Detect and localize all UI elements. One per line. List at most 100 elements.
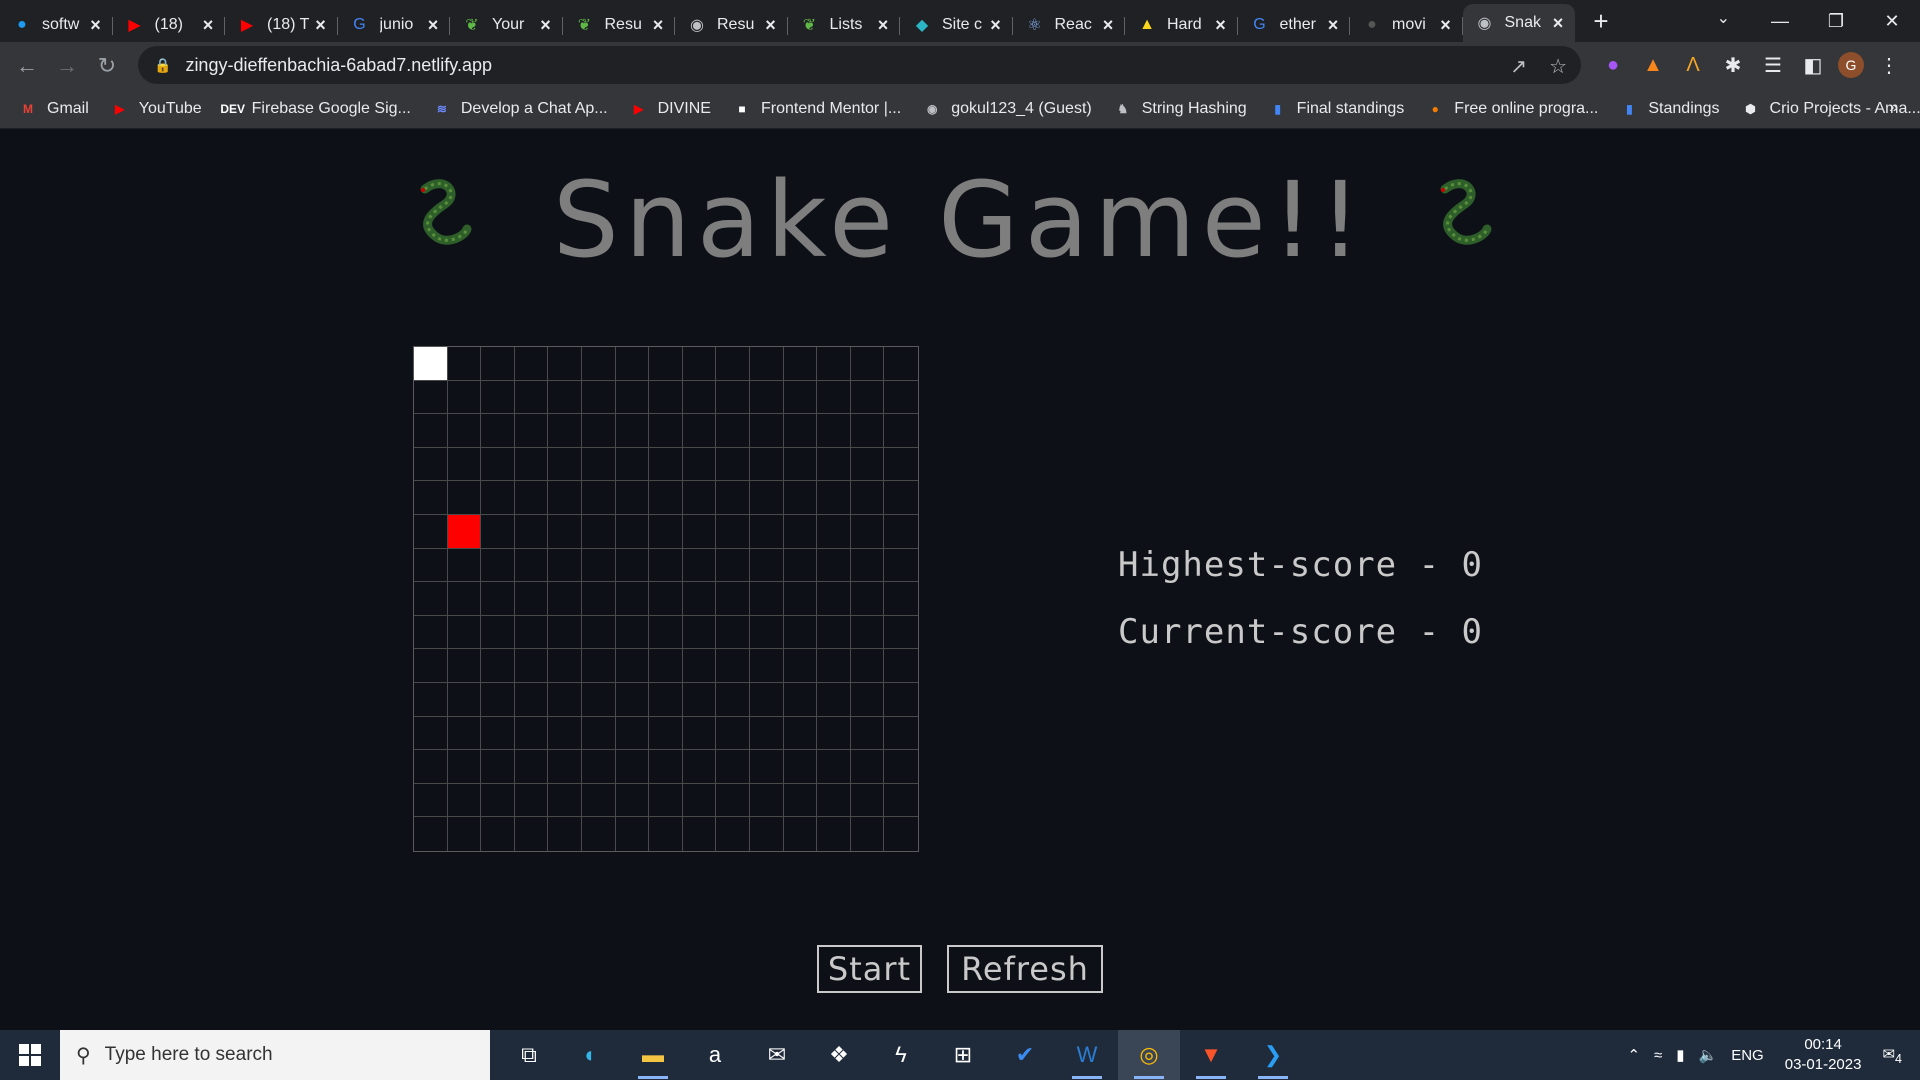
reload-icon[interactable]: ↻ (87, 46, 127, 86)
bookmark-item[interactable]: ♞ String Hashing (1113, 100, 1246, 118)
bolt-icon[interactable]: ϟ (870, 1030, 932, 1080)
address-bar[interactable]: 🔒 zingy-dieffenbachia-6abad7.netlify.app… (138, 46, 1581, 84)
grid-cell (649, 481, 683, 515)
forward-icon[interactable]: → (47, 46, 87, 86)
grid-cell (448, 817, 482, 851)
tab-2[interactable]: ▶ (18) T × (225, 8, 338, 42)
word-icon[interactable]: W (1056, 1030, 1118, 1080)
lock-icon[interactable]: 🔒 (154, 57, 171, 74)
alpha-icon[interactable]: Λ (1678, 50, 1708, 80)
tab-7[interactable]: ❦ Lists × (788, 8, 901, 42)
tab-close-icon[interactable]: × (1212, 15, 1230, 36)
dropbox-icon[interactable]: ❖ (808, 1030, 870, 1080)
grid-cell (749, 414, 784, 448)
notification-icon[interactable]: ✉4 (1882, 1045, 1902, 1066)
grid-cell (817, 414, 851, 448)
clock[interactable]: 00:14 03-01-2023 (1785, 1035, 1862, 1075)
messenger-icon[interactable]: ● (1598, 50, 1628, 80)
tab-close-icon[interactable]: × (987, 15, 1005, 36)
tab-close-icon[interactable]: × (1099, 15, 1117, 36)
grid-cell (548, 481, 582, 515)
tab-close-icon[interactable]: × (649, 15, 667, 36)
tab-close-icon[interactable]: × (874, 15, 892, 36)
metamask-icon[interactable]: ▲ (1638, 50, 1668, 80)
globe-icon: ◉ (926, 101, 938, 116)
tab-13[interactable]: ◉ Snak × (1462, 4, 1575, 42)
tab-8[interactable]: ◆ Site c × (900, 8, 1013, 42)
todo-icon[interactable]: ✔ (994, 1030, 1056, 1080)
bookmark-item[interactable]: ▮ Final standings (1268, 99, 1405, 118)
tab-5[interactable]: ❦ Resu × (563, 8, 676, 42)
tab-0[interactable]: ● softw × (0, 8, 113, 42)
close-icon[interactable]: ✕ (1864, 0, 1920, 42)
start-button[interactable]: Start (817, 945, 922, 993)
tab-4[interactable]: ❦ Your × (450, 8, 563, 42)
bookmark-item[interactable]: DEV Firebase Google Sig... (220, 100, 411, 118)
extensions-icon[interactable]: ✱ (1718, 50, 1748, 80)
tab-close-icon[interactable]: × (87, 15, 105, 36)
google-icon: G (1253, 16, 1266, 33)
volume-icon[interactable]: 🔈 (1699, 1046, 1718, 1064)
tab-search-icon[interactable]: ⌄ (1717, 8, 1730, 28)
brave-icon[interactable]: ▼ (1180, 1030, 1242, 1080)
tab-close-icon[interactable]: × (762, 15, 780, 36)
chrome-icon[interactable]: ◎ (1118, 1030, 1180, 1080)
tab-3[interactable]: Gjunio × (338, 8, 451, 42)
grid-cell (716, 347, 750, 381)
tab-close-icon[interactable]: × (1437, 15, 1455, 36)
back-icon[interactable]: ← (7, 46, 47, 86)
refresh-button[interactable]: Refresh (947, 945, 1103, 993)
new-tab-button[interactable]: + (1581, 4, 1621, 38)
tab-close-icon[interactable]: × (199, 15, 217, 36)
edge-icon[interactable]: ◐ (560, 1030, 622, 1080)
grid-cell (884, 717, 918, 751)
wifi-icon[interactable]: ≈ (1654, 1047, 1662, 1064)
grid-cell (447, 447, 482, 482)
tab-title: Reac (1054, 16, 1092, 33)
tab-close-icon[interactable]: × (1324, 15, 1342, 36)
tab-1[interactable]: ▶ (18) × (113, 8, 226, 42)
tab-9[interactable]: ⚛ Reac × (1013, 8, 1126, 42)
tab-close-icon[interactable]: × (1549, 13, 1567, 34)
grid-cell (850, 347, 885, 381)
restore-icon[interactable]: ❐ (1808, 0, 1864, 42)
bookmark-item[interactable]: ● Free online progra... (1425, 100, 1599, 118)
vscode-icon[interactable]: ❯ (1242, 1030, 1304, 1080)
bookmark-star-icon[interactable]: ☆ (1549, 54, 1567, 79)
tab-close-icon[interactable]: × (424, 15, 442, 36)
battery-icon[interactable]: ▮ (1676, 1046, 1684, 1064)
bookmark-item[interactable]: ▮ Standings (1619, 100, 1719, 118)
side-panel-icon[interactable]: ◧ (1798, 50, 1828, 80)
file-explorer-icon[interactable]: ▬ (622, 1030, 684, 1080)
mail-icon[interactable]: ✉ (746, 1030, 808, 1080)
task-view-icon[interactable]: ⧉ (498, 1030, 560, 1080)
bookmark-label: Final standings (1296, 99, 1405, 117)
store-icon[interactable]: ⊞ (932, 1030, 994, 1080)
game-board[interactable] (413, 346, 919, 852)
windows-start-icon[interactable] (0, 1030, 60, 1080)
amazon-icon[interactable]: a (684, 1030, 746, 1080)
taskbar-apps: ⧉ ◐ ▬ a ✉ ❖ ϟ ⊞ ✔ W ◎ ▼ ❯ (498, 1030, 1304, 1080)
tab-11[interactable]: Gether × (1238, 8, 1351, 42)
tab-close-icon[interactable]: × (537, 15, 555, 36)
avatar[interactable]: G (1838, 52, 1864, 78)
bookmark-item[interactable]: M Gmail (18, 100, 89, 118)
chevron-up-icon[interactable]: ⌃ (1627, 1046, 1640, 1064)
bookmark-item[interactable]: ≋ Develop a Chat Ap... (432, 100, 608, 118)
tab-12[interactable]: ● movi × (1350, 8, 1463, 42)
bookmark-item[interactable]: ■ Frontend Mentor |... (732, 100, 901, 118)
media-icon[interactable]: ☰ (1758, 50, 1788, 80)
bookmarks-more-icon[interactable]: » (1889, 99, 1898, 117)
taskbar-search[interactable]: ⚲ Type here to search (60, 1030, 490, 1080)
minimize-icon[interactable]: — (1752, 0, 1808, 42)
share-icon[interactable]: ↗ (1510, 54, 1527, 79)
grid-cell (749, 548, 784, 583)
bookmark-item[interactable]: ▶ DIVINE (629, 100, 711, 118)
bookmark-item[interactable]: ▶ YouTube (110, 100, 202, 118)
tab-10[interactable]: ▲ Hard × (1125, 8, 1238, 42)
menu-icon[interactable]: ⋮ (1874, 50, 1904, 80)
tab-close-icon[interactable]: × (312, 15, 330, 36)
tab-6[interactable]: ◉ Resu × (675, 8, 788, 42)
language-indicator[interactable]: ENG (1731, 1047, 1764, 1064)
bookmark-item[interactable]: ◉ gokul123_4 (Guest) (922, 100, 1092, 118)
